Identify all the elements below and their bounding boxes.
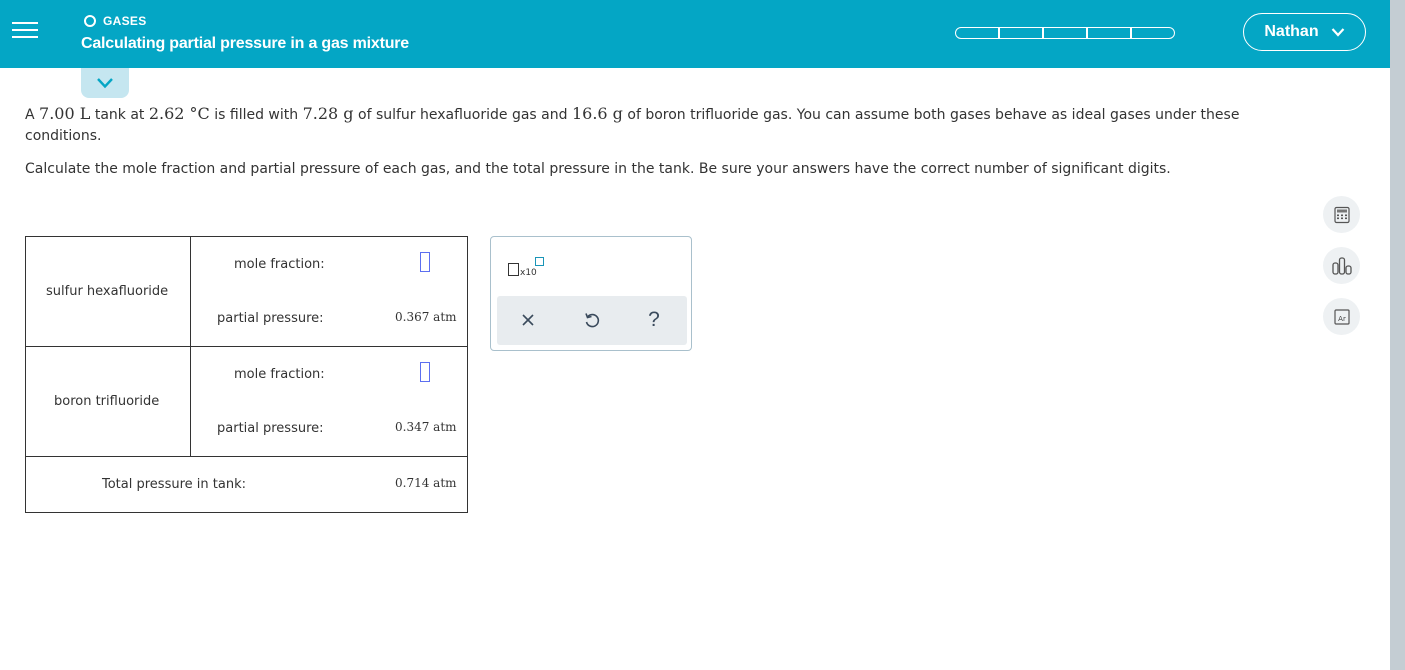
exponent-box-icon [535,257,544,266]
user-menu-button[interactable]: Nathan [1243,13,1366,51]
progress-segment [1131,27,1175,39]
topic-status-icon [84,15,96,27]
progress-segment [999,27,1043,39]
partial-pressure-label: partial pressure: [217,311,324,326]
user-name: Nathan [1264,23,1319,40]
close-icon [522,314,534,326]
volume-value: 7.00 L [39,104,91,123]
mass-2-value: 16.6 g [571,104,623,123]
keypad-toolbar: ? [497,296,687,345]
periodic-table-button[interactable]: Ar [1323,298,1360,335]
partial-pressure-value-2[interactable]: 0.347 atm [395,420,457,434]
divider [26,456,467,457]
question-instructions: Calculate the mole fraction and partial … [25,161,1171,177]
mole-fraction-label: mole fraction: [234,257,325,272]
temperature-value: 2.62 °C [148,104,210,123]
undo-icon [585,313,600,328]
calculator-icon [1333,206,1350,223]
chevron-down-icon [97,78,113,89]
topic-row: GASES [84,14,147,28]
x10-label: x10 [520,268,537,278]
collapse-toggle[interactable] [81,68,129,98]
top-bar: GASES Calculating partial pressure in a … [0,0,1390,68]
menu-icon[interactable] [12,22,38,44]
progress-segment [955,27,999,39]
mole-fraction-label: mole fraction: [234,367,325,382]
gas-2-name: boron trifluoride [54,394,160,409]
scientific-notation-button[interactable]: x10 [508,253,546,279]
clear-button[interactable] [516,308,540,332]
periodic-table-icon: Ar [1333,308,1350,325]
mass-1-value: 7.28 g [302,104,354,123]
topic-label: GASES [103,14,147,28]
divider [26,346,467,347]
calculator-button[interactable] [1323,196,1360,233]
data-chart-button[interactable] [1323,247,1360,284]
undo-button[interactable] [580,308,604,332]
mole-fraction-input-1[interactable] [420,252,430,272]
mantissa-box-icon [508,263,519,276]
question-paragraph: A 7.00 L tank at 2.62 °C is filled with … [25,104,1240,144]
answer-keypad: x10 ? [490,236,692,351]
page-title: Calculating partial pressure in a gas mi… [81,35,410,52]
mole-fraction-input-2[interactable] [420,362,430,382]
gas-1-name: sulfur hexafluoride [46,284,169,299]
chevron-down-icon [1331,28,1344,37]
help-button[interactable]: ? [642,308,666,332]
progress-bar [955,27,1175,39]
periodic-table-label: Ar [1338,315,1346,323]
total-pressure-value[interactable]: 0.714 atm [395,476,457,490]
progress-segment [1043,27,1087,39]
progress-segment [1087,27,1131,39]
partial-pressure-value-1[interactable]: 0.367 atm [395,310,457,324]
total-pressure-label: Total pressure in tank: [102,477,246,492]
data-chart-icon [1331,256,1352,275]
partial-pressure-label: partial pressure: [217,421,324,436]
scrollbar-gutter[interactable] [1390,0,1405,670]
answer-table: sulfur hexafluoride mole fraction: parti… [25,236,468,513]
help-icon: ? [648,308,660,331]
